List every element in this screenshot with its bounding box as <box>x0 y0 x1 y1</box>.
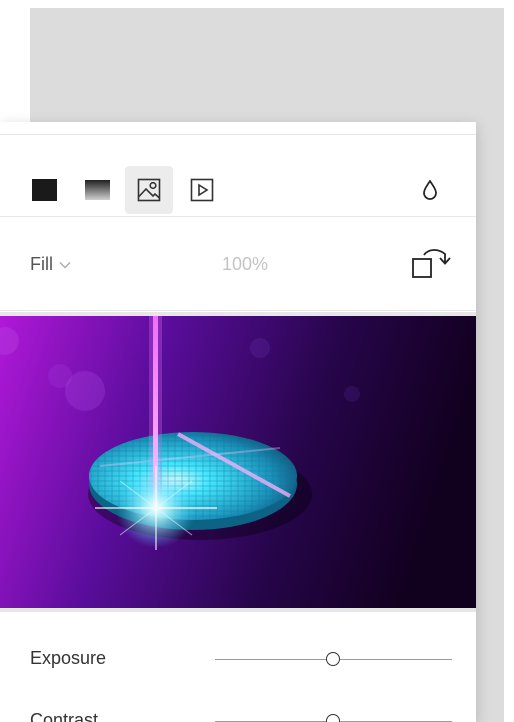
image-icon <box>137 178 161 202</box>
exposure-slider-knob[interactable] <box>326 652 340 666</box>
divider <box>0 134 476 135</box>
fill-mode-dropdown[interactable]: Fill <box>30 254 71 275</box>
solid-fill-button[interactable] <box>20 166 68 214</box>
exposure-label: Exposure <box>30 648 107 668</box>
image-fill-panel: Fill 100% Exposure Contrast <box>0 122 476 722</box>
solid-square-icon <box>31 179 57 201</box>
exposure-row: Exposure <box>0 630 476 690</box>
droplet-icon <box>423 179 437 200</box>
play-icon <box>190 178 214 202</box>
rotate-icon[interactable] <box>412 246 454 280</box>
laser-wafer-image <box>0 316 476 608</box>
video-fill-button[interactable] <box>178 166 226 214</box>
contrast-slider-knob[interactable] <box>326 714 340 722</box>
contrast-row: Contrast <box>0 690 476 722</box>
opacity-input[interactable]: 100% <box>222 254 268 275</box>
image-fill-button[interactable] <box>125 166 173 214</box>
blend-mode-button[interactable] <box>406 166 454 214</box>
fill-settings-row: Fill 100% <box>0 218 476 310</box>
fill-type-toolbar <box>0 136 476 216</box>
image-preview[interactable] <box>0 316 476 608</box>
divider <box>0 310 476 311</box>
chevron-down-icon <box>59 261 71 268</box>
gradient-fill-button[interactable] <box>73 166 121 214</box>
contrast-label: Contrast <box>30 710 99 722</box>
fill-mode-label: Fill <box>30 254 53 274</box>
divider <box>0 216 476 217</box>
gradient-square-icon <box>84 180 110 200</box>
